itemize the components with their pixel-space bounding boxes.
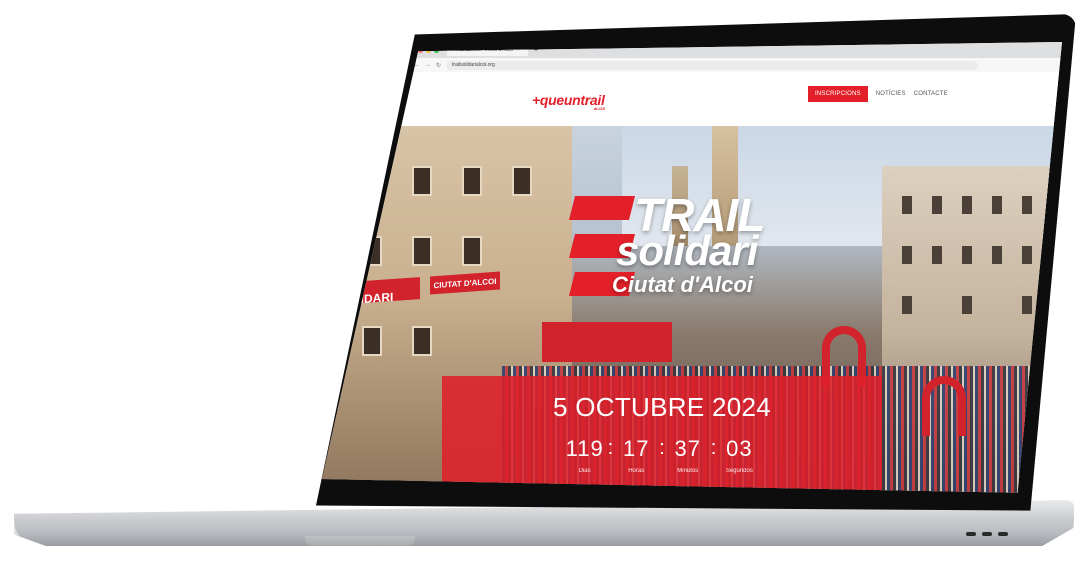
hours-value: 17 <box>622 436 650 461</box>
address-bar[interactable]: trailsolidarialcoi.org <box>446 60 979 70</box>
seconds-value: 03 <box>726 436 753 461</box>
inflatable-arch <box>922 376 966 436</box>
site-header: +queuntrail ALCOI INSCRIPCIONS NOTÍCIES … <box>322 72 1062 126</box>
url-text: trailsolidarialcoi.org <box>452 62 495 68</box>
finish-stage <box>542 322 672 362</box>
event-date: 5 OCTUBRE 2024 <box>552 392 772 422</box>
main-nav: INSCRIPCIONS NOTÍCIES CONTACTE <box>808 86 948 102</box>
trackpad-notch <box>305 536 415 546</box>
laptop-mockup: Trail Solidari Ciutat d'Alcoi × + ← → ↻ … <box>0 0 1092 573</box>
laptop-screen: Trail Solidari Ciutat d'Alcoi × + ← → ↻ … <box>322 42 1062 493</box>
nav-inscripcions[interactable]: INSCRIPCIONS <box>808 86 868 102</box>
minutes-value: 37 <box>674 436 702 461</box>
browser-toolbar: ← → ↻ trailsolidarialcoi.org <box>322 58 1062 72</box>
hours-label: Horas <box>628 468 645 474</box>
laptop-ports <box>966 532 1008 536</box>
hero-section: RAIL SOLIDARI CIUTAT D'ALCOI TRAIL solid… <box>322 126 1062 493</box>
logo-ciutat-text: Ciutat d'Alcoi <box>612 272 753 297</box>
street-banner: RAIL SOLIDARI <box>336 277 420 308</box>
site-logo[interactable]: +queuntrail ALCOI <box>532 92 605 111</box>
minutes-label: Minutos <box>677 468 699 474</box>
nav-noticies[interactable]: NOTÍCIES <box>876 91 906 97</box>
usb-port-icon <box>982 532 992 536</box>
logo-solidari-text: solidari <box>616 227 758 274</box>
days-label: Dias <box>578 468 591 474</box>
nav-contacte[interactable]: CONTACTE <box>914 91 948 97</box>
countdown-seconds: 03 Segundos <box>716 436 762 474</box>
reload-button[interactable]: ↻ <box>436 62 441 69</box>
countdown-days: 119 Dias <box>562 436 608 474</box>
forward-button[interactable]: → <box>425 62 431 68</box>
countdown-minutes: 37 Minutos <box>665 436 711 474</box>
countdown-hours: 17 Horas <box>613 436 659 474</box>
seconds-label: Segundos <box>725 468 753 474</box>
usb-port-icon <box>966 532 976 536</box>
countdown-timer: 119 Dias : 17 Horas : 37 Minutos : 03 Se… <box>442 436 882 474</box>
usb-port-icon <box>998 532 1008 536</box>
days-value: 119 <box>565 436 604 461</box>
